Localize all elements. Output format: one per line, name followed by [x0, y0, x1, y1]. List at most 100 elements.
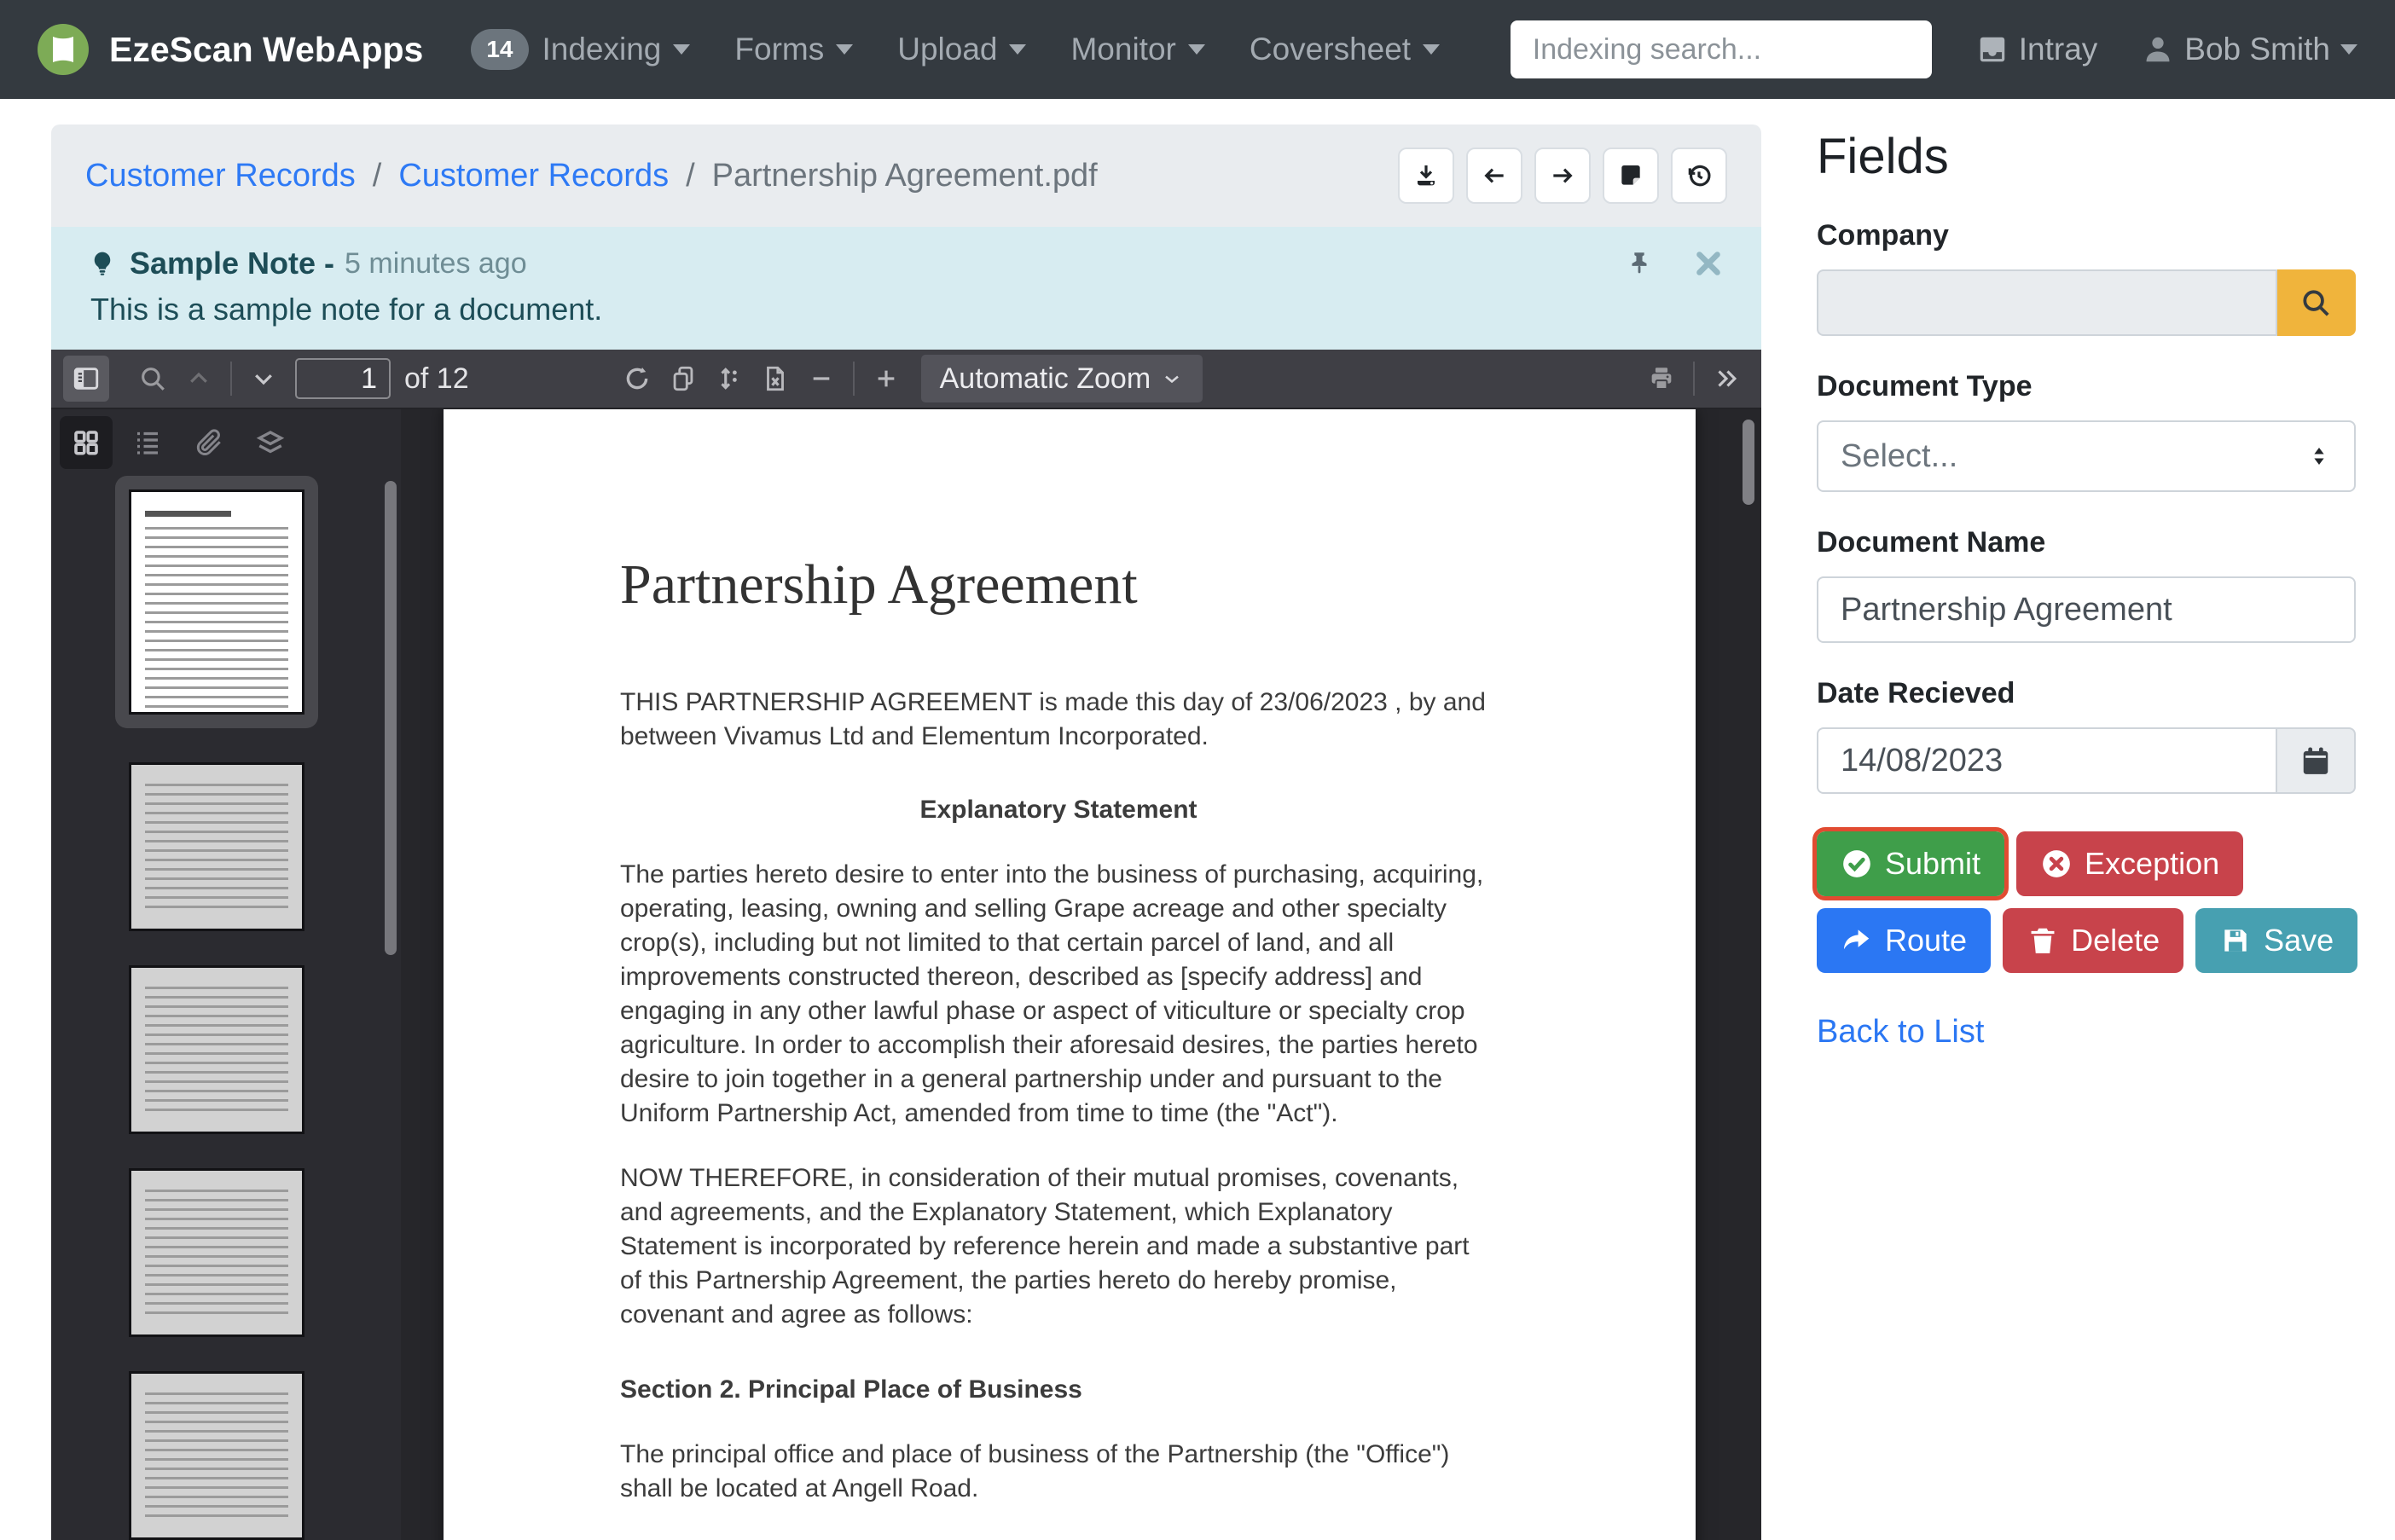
caret-down-icon	[836, 44, 853, 55]
breadcrumb-link-customer-records-2[interactable]: Customer Records	[398, 158, 669, 194]
route-forward-icon	[1841, 924, 1873, 957]
previous-page-button[interactable]	[176, 356, 222, 402]
sidebar-scrollbar[interactable]	[385, 481, 397, 955]
document-name-input[interactable]	[1817, 576, 2356, 643]
document-type-select[interactable]: Select...	[1817, 420, 2356, 492]
nav-item-upload[interactable]: Upload	[897, 32, 1026, 67]
breadcrumb-separator: /	[373, 158, 382, 194]
breadcrumb-link-customer-records[interactable]: Customer Records	[85, 158, 356, 194]
doc-heading: Section 2. Principal Place of Business	[620, 1373, 1497, 1407]
caret-down-icon	[1009, 44, 1026, 55]
pdf-toolbar: of 12	[51, 350, 1761, 409]
pin-button[interactable]	[1625, 249, 1654, 278]
date-received-label: Date Recieved	[1817, 677, 2356, 710]
nav-item-indexing[interactable]: Indexing	[542, 32, 691, 67]
attachments-view-button[interactable]	[183, 416, 235, 469]
print-button[interactable]	[1638, 356, 1685, 402]
history-button[interactable]	[1671, 148, 1727, 204]
sidebar-toggle-button[interactable]	[63, 356, 109, 402]
document-x-icon	[761, 364, 790, 393]
company-input[interactable]	[1817, 269, 2277, 336]
intray-icon	[1976, 33, 2009, 66]
doc-paragraph: The parties hereto desire to enter into …	[620, 858, 1497, 1131]
history-icon	[1685, 162, 1713, 189]
notes-button[interactable]	[1603, 148, 1659, 204]
nav-item-forms[interactable]: Forms	[734, 32, 853, 67]
vertical-arrows-icon	[715, 364, 744, 393]
minus-icon	[808, 365, 835, 392]
delete-button[interactable]: Delete	[2003, 908, 2183, 973]
back-to-list-link[interactable]: Back to List	[1817, 1014, 1984, 1051]
save-button[interactable]: Save	[2195, 908, 2357, 973]
thumbnail-selected-frame	[115, 476, 318, 728]
layers-icon	[255, 427, 286, 458]
x-circle-icon	[2040, 848, 2073, 880]
thumbnail-list	[51, 476, 382, 1540]
copy-page-button[interactable]	[660, 356, 706, 402]
chevron-down-icon	[251, 366, 276, 391]
brand-title: EzeScan WebApps	[109, 30, 423, 70]
zoom-out-button[interactable]	[798, 356, 844, 402]
nav-menus: 14 Indexing Forms Upload Monitor Coversh…	[471, 29, 1440, 70]
sticky-note-icon	[1617, 162, 1644, 189]
previous-document-button[interactable]	[1466, 148, 1522, 204]
rotate-page-button[interactable]	[614, 356, 660, 402]
company-search-button[interactable]	[2277, 269, 2356, 336]
submit-button[interactable]: Submit	[1817, 831, 2004, 896]
rotate-cw-icon	[623, 364, 652, 393]
route-button[interactable]: Route	[1817, 908, 1991, 973]
zoom-level-select[interactable]: Automatic Zoom	[921, 355, 1203, 402]
doc-text: THIS PARTNERSHIP AGREEMENT is made this …	[620, 686, 1497, 1540]
doc-title: Partnership Agreement	[620, 553, 1497, 617]
note-timestamp: 5 minutes ago	[345, 247, 527, 281]
nav-item-coversheet[interactable]: Coversheet	[1250, 32, 1440, 67]
thumbnail-page-4[interactable]	[129, 1168, 304, 1337]
thumbnail-page-2[interactable]	[129, 762, 304, 931]
indexing-search-input[interactable]	[1511, 20, 1932, 78]
download-button[interactable]	[1398, 148, 1454, 204]
top-navbar: EzeScan WebApps 14 Indexing Forms Upload…	[0, 0, 2395, 99]
user-menu[interactable]: Bob Smith	[2142, 32, 2357, 67]
next-page-button[interactable]	[241, 356, 287, 402]
exception-button[interactable]: Exception	[2016, 831, 2243, 896]
sidebar-toggle-icon	[72, 364, 101, 393]
next-document-button[interactable]	[1534, 148, 1591, 204]
nav-item-monitor[interactable]: Monitor	[1070, 32, 1204, 67]
document-type-label: Document Type	[1817, 370, 2356, 403]
thumbnail-page-3[interactable]	[129, 965, 304, 1134]
grid-icon	[71, 427, 101, 458]
viewer-scrollbar[interactable]	[1743, 420, 1754, 505]
zoom-in-button[interactable]	[863, 356, 909, 402]
calendar-button[interactable]	[2277, 727, 2356, 794]
thumbnail-page-5[interactable]	[129, 1371, 304, 1540]
date-received-input[interactable]	[1817, 727, 2277, 794]
secondary-toolbar-button[interactable]	[1703, 356, 1749, 402]
outline-view-button[interactable]	[121, 416, 174, 469]
chevron-down-icon	[1160, 367, 1184, 391]
pin-icon	[1625, 249, 1654, 278]
doc-paragraph: NOW THEREFORE, in consideration of their…	[620, 1161, 1497, 1332]
pdf-viewer: Partnership Agreement THIS PARTNERSHIP A…	[51, 409, 1761, 1540]
scroll-mode-button[interactable]	[706, 356, 752, 402]
note-title: Sample Note -	[130, 246, 334, 281]
breadcrumb-current: Partnership Agreement.pdf	[712, 158, 1098, 194]
arrow-left-icon	[1481, 162, 1508, 189]
caret-down-icon	[1423, 44, 1440, 55]
thumbnail-page-1[interactable]	[129, 489, 304, 715]
copy-pages-icon	[669, 364, 698, 393]
intray-button[interactable]: Intray	[1976, 32, 2098, 67]
pdf-page-view: Partnership Agreement THIS PARTNERSHIP A…	[401, 409, 1761, 1540]
check-circle-icon	[1841, 848, 1873, 880]
page-number-input[interactable]	[295, 358, 391, 399]
arrow-right-icon	[1549, 162, 1576, 189]
breadcrumb: Customer Records / Customer Records / Pa…	[85, 158, 1098, 194]
export-spreadsheet-button[interactable]	[752, 356, 798, 402]
printer-icon	[1647, 364, 1676, 393]
document-card: Customer Records / Customer Records / Pa…	[51, 124, 1761, 1540]
layers-view-button[interactable]	[244, 416, 297, 469]
thumbnails-view-button[interactable]	[60, 416, 113, 469]
zoom-level-label: Automatic Zoom	[940, 362, 1160, 396]
document-header: Customer Records / Customer Records / Pa…	[51, 124, 1761, 227]
find-button[interactable]	[130, 356, 176, 402]
close-note-button[interactable]	[1693, 248, 1724, 279]
